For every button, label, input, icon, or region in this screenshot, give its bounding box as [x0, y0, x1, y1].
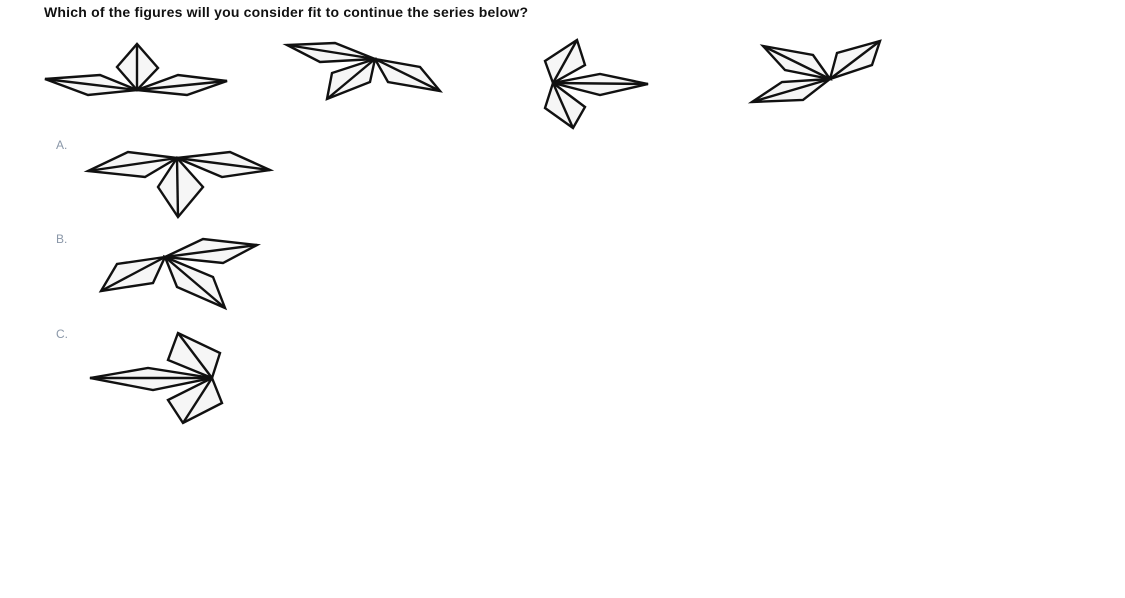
series-figure-1 [44, 42, 228, 97]
option-c-figure[interactable] [89, 331, 224, 425]
kite-spine [175, 157, 180, 218]
option-b-figure[interactable] [98, 237, 262, 311]
series-figure-3 [543, 38, 649, 130]
series-figure-4 [747, 39, 882, 104]
figures-canvas [44, 38, 882, 425]
series-figure-2 [282, 41, 444, 101]
kite-spine [552, 81, 649, 86]
option-a-figure[interactable] [83, 150, 275, 220]
